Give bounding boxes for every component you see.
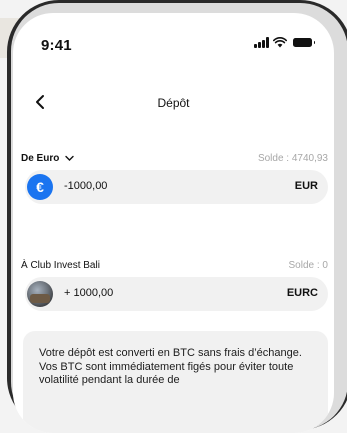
to-amount: + 1000,00 <box>64 287 114 299</box>
wifi-icon <box>273 37 287 48</box>
to-amount-field[interactable]: + 1000,00 EURC <box>25 277 328 311</box>
to-balance: Solde : 0 <box>288 260 328 271</box>
from-account-label: De Euro <box>21 153 60 164</box>
from-amount-field[interactable]: € -1000,00 EUR <box>25 170 328 204</box>
phone-screen: 9:41 Dépôt De Euro Solde : 4740,93 € -10… <box>13 13 334 433</box>
status-icons <box>254 37 315 48</box>
status-bar: 9:41 <box>13 13 334 63</box>
euro-icon: € <box>27 174 53 200</box>
to-account-label: À Club Invest Bali <box>21 260 100 271</box>
status-time: 9:41 <box>41 37 72 54</box>
signal-icon <box>254 37 269 48</box>
from-amount: -1000,00 <box>64 180 108 192</box>
from-account-selector[interactable]: De Euro <box>21 153 74 164</box>
club-avatar <box>27 281 53 307</box>
from-currency: EUR <box>294 180 318 192</box>
chevron-down-icon <box>65 155 74 161</box>
nav-bar: Dépôt <box>13 93 334 123</box>
page-title: Dépôt <box>157 96 190 110</box>
info-text: Votre dépôt est converti en BTC sans fra… <box>39 347 302 386</box>
battery-icon <box>293 38 315 47</box>
from-balance: Solde : 4740,93 <box>257 153 328 164</box>
to-currency: EURC <box>286 287 318 299</box>
info-box: Votre dépôt est converti en BTC sans fra… <box>23 331 328 433</box>
